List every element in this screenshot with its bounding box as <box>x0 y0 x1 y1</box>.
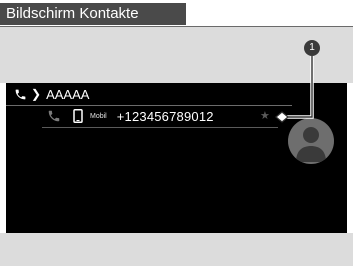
manual-figure: Bildschirm Kontakte ❯ AAAAA Mobil +12345… <box>0 0 353 266</box>
callout-leader-line <box>275 56 314 123</box>
callout-marker: 1 <box>304 40 320 56</box>
